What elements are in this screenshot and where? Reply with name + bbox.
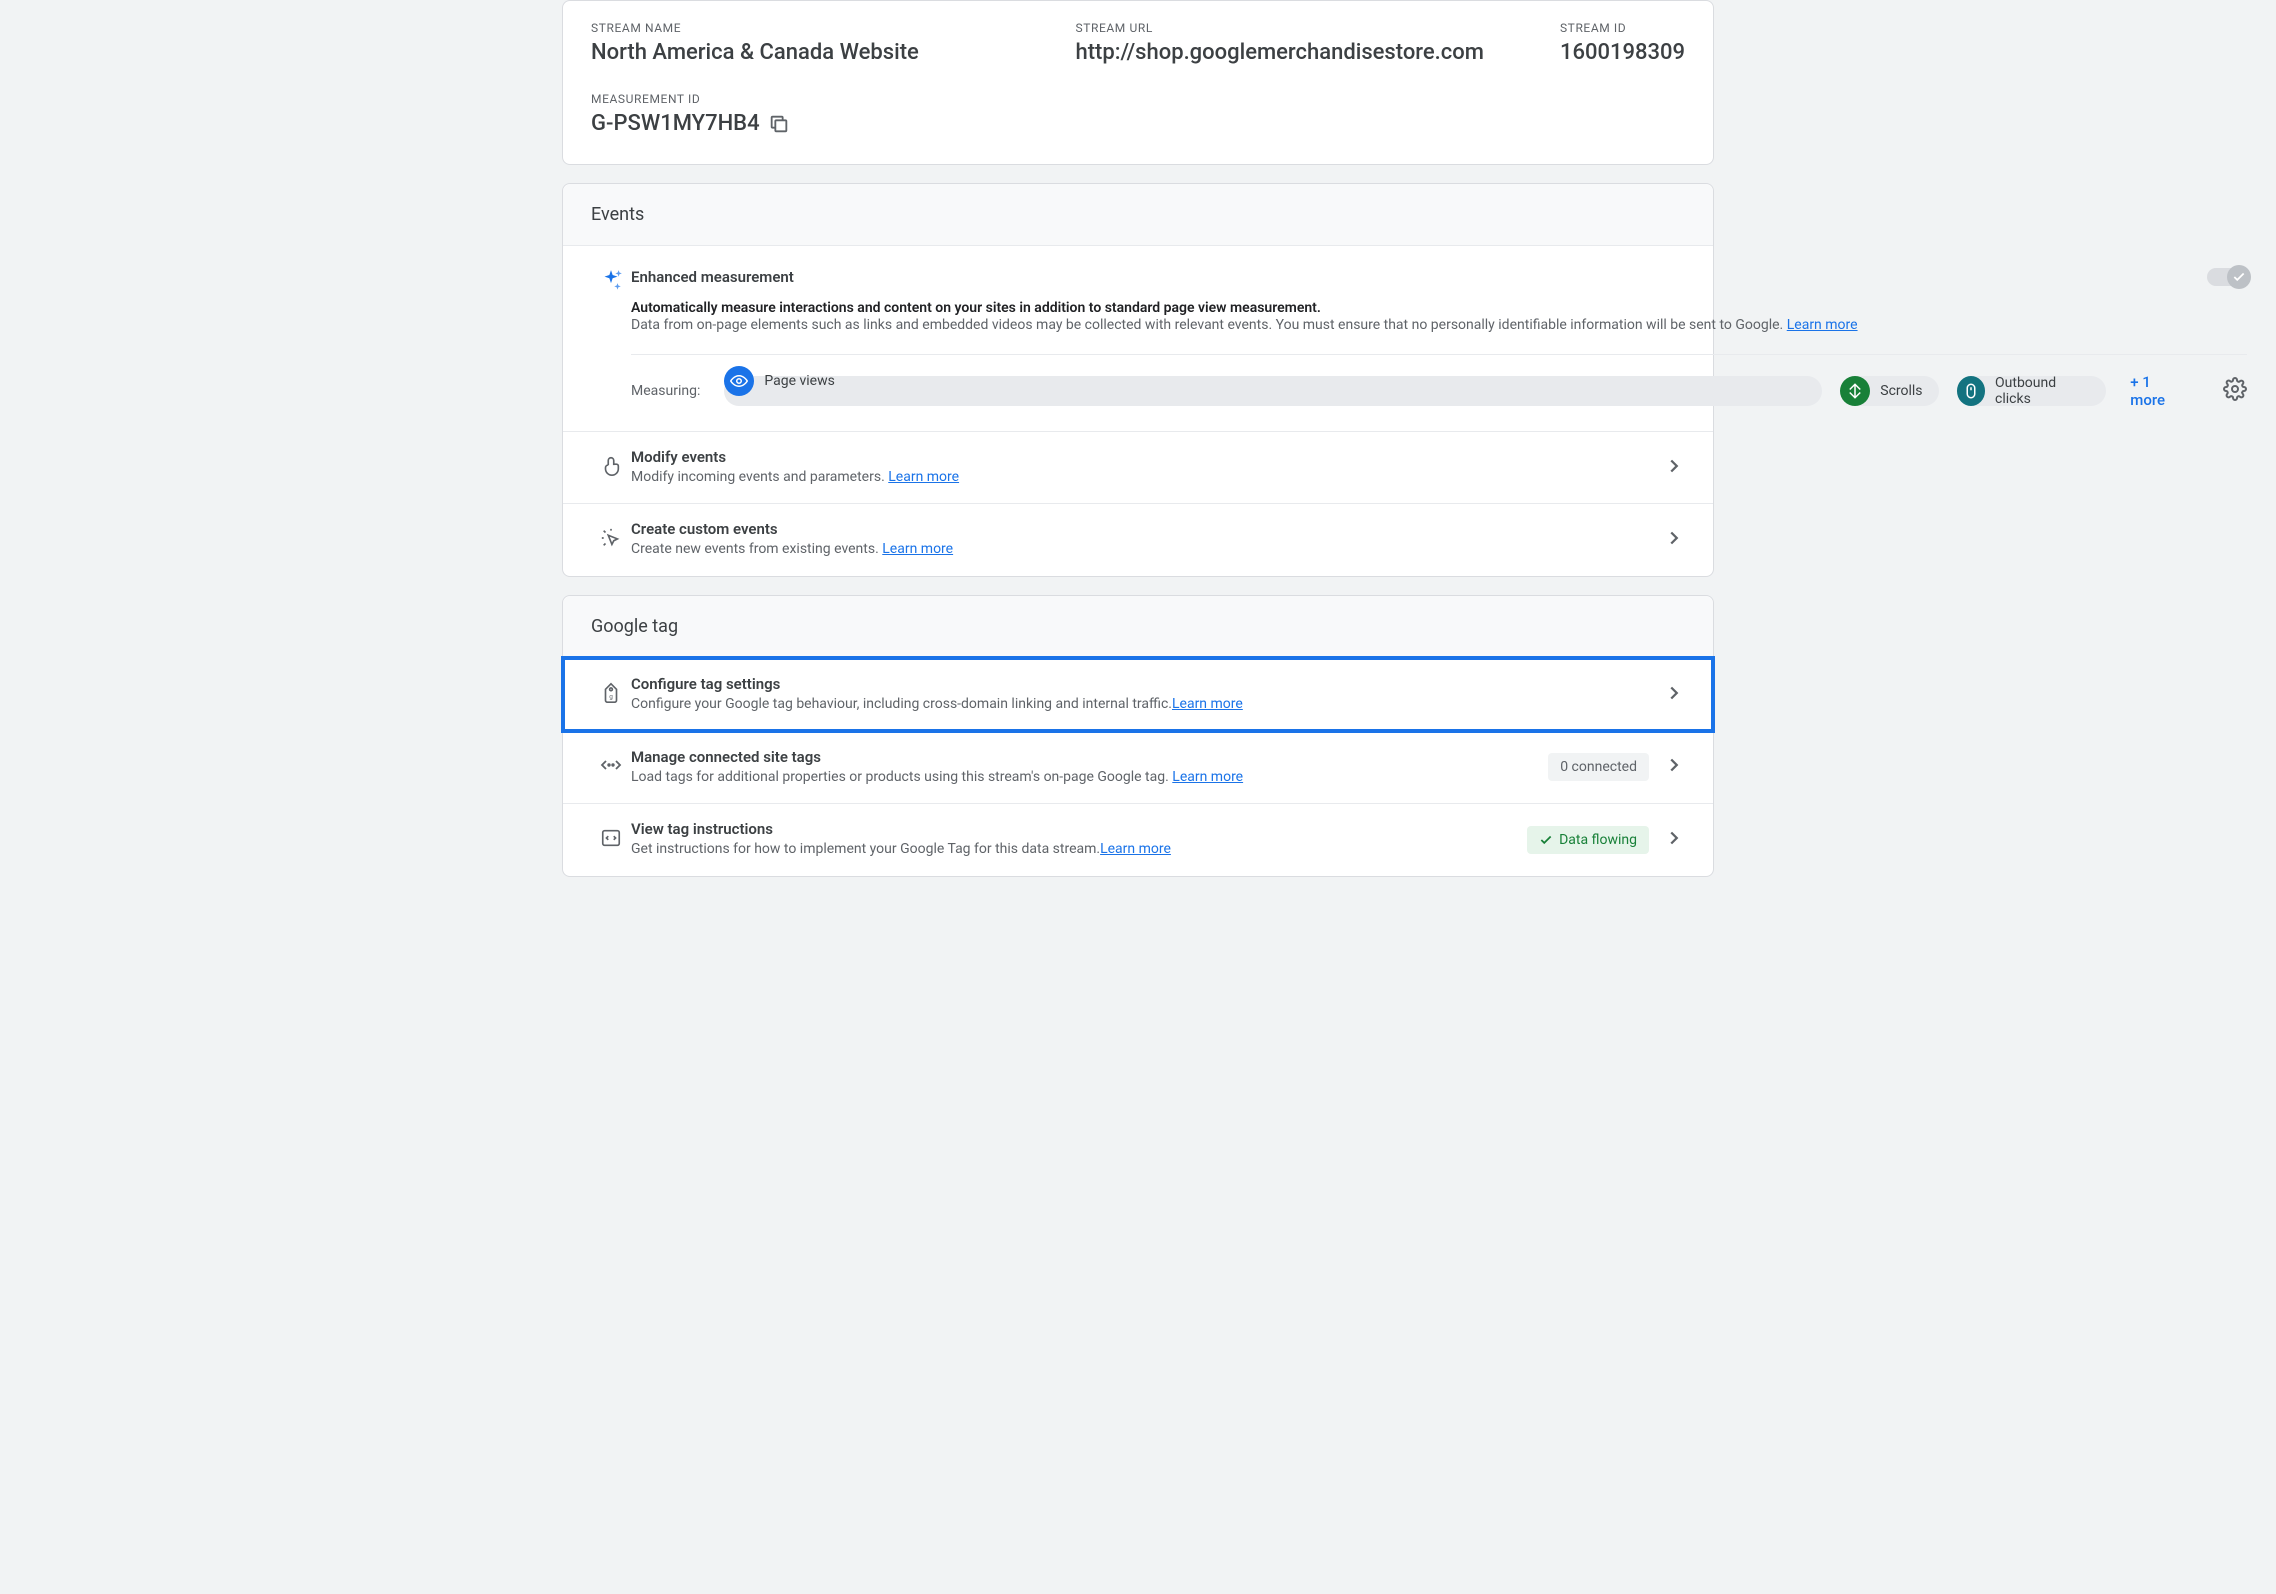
stream-id-value: 1600198309 [1560,39,1685,68]
stream-details-card: STREAM NAME North America & Canada Websi… [562,0,1714,165]
chip-outbound-clicks: Outbound clicks [1957,376,2107,406]
modify-events-desc: Modify incoming events and parameters. [631,469,888,485]
touch-icon [600,455,622,481]
scroll-icon [1840,376,1870,406]
measuring-label: Measuring: [631,383,700,399]
create-custom-events-learn-more-link[interactable]: Learn more [882,541,953,557]
measuring-row: Measuring: Page views Scrolls [631,373,2247,409]
google-tag-card: Google tag g Configure tag settings Conf… [562,595,1714,877]
sparkle-icon [598,268,624,409]
enhanced-measurement-detail: Data from on-page elements such as links… [631,317,1783,333]
mouse-icon [1957,376,1985,406]
configure-tag-desc: Configure your Google tag behaviour, inc… [631,696,1172,712]
enhanced-measurement-title: Enhanced measurement [631,268,2207,286]
chevron-right-icon [1663,455,1685,481]
create-custom-events-title: Create custom events [631,520,1663,538]
enhanced-measurement-intro: Automatically measure interactions and c… [631,300,2207,316]
stream-id-label: STREAM ID [1560,21,1685,35]
configure-tag-title: Configure tag settings [631,675,1663,693]
stream-url-field: STREAM URL http://shop.googlemerchandise… [1075,21,1519,68]
events-section-title: Events [591,204,644,225]
code-window-icon [600,827,622,853]
measurement-id-field: MEASUREMENT ID G-PSW1MY7HB4 [591,92,1685,139]
measurement-id-value: G-PSW1MY7HB4 [591,110,760,139]
manage-connected-tags-row[interactable]: Manage connected site tags Load tags for… [563,731,1713,804]
chip-page-views-label: Page views [764,373,835,389]
chevron-right-icon [1663,754,1685,780]
connected-tags-learn-more-link[interactable]: Learn more [1172,769,1243,785]
modify-events-title: Modify events [631,448,1663,466]
enhanced-measurement-row: Enhanced measurement Automatically measu… [563,246,1713,431]
create-custom-events-row[interactable]: Create custom events Create new events f… [563,503,1713,576]
modify-events-learn-more-link[interactable]: Learn more [888,469,959,485]
view-tag-instructions-row[interactable]: View tag instructions Get instructions f… [563,803,1713,876]
stream-id-field: STREAM ID 1600198309 [1560,21,1685,68]
chevron-right-icon [1663,682,1685,708]
click-icon [600,527,622,553]
copy-icon[interactable] [768,113,790,135]
chevron-right-icon [1663,527,1685,553]
data-flowing-badge: Data flowing [1527,826,1649,854]
modify-events-row[interactable]: Modify events Modify incoming events and… [563,431,1713,504]
connected-tags-desc: Load tags for additional properties or p… [631,769,1172,785]
chevron-right-icon [1663,827,1685,853]
enhanced-learn-more-link[interactable]: Learn more [1787,317,1858,333]
configure-tag-learn-more-link[interactable]: Learn more [1172,696,1243,712]
view-instructions-desc: Get instructions for how to implement yo… [631,841,1100,857]
chip-scrolls-label: Scrolls [1880,383,1922,399]
events-card: Events Enhanced measurement Automaticall [562,183,1714,577]
svg-text:g: g [609,692,613,700]
chip-scrolls: Scrolls [1840,376,1938,406]
create-custom-events-desc: Create new events from existing events. [631,541,882,557]
connected-count-badge: 0 connected [1548,753,1649,781]
tag-icon: g [600,682,622,708]
connected-tags-title: Manage connected site tags [631,748,1548,766]
data-flowing-label: Data flowing [1559,832,1637,848]
chip-page-views: Page views [724,376,1822,406]
enhanced-measurement-toggle[interactable] [2207,268,2247,286]
more-measuring-link[interactable]: + 1 more [2130,373,2186,409]
stream-url-value: http://shop.googlemerchandisestore.com [1075,39,1519,68]
stream-name-value: North America & Canada Website [591,39,1035,68]
view-instructions-learn-more-link[interactable]: Learn more [1100,841,1171,857]
stream-url-label: STREAM URL [1075,21,1519,35]
stream-name-label: STREAM NAME [591,21,1035,35]
measurement-id-label: MEASUREMENT ID [591,92,1685,106]
chip-outbound-clicks-label: Outbound clicks [1995,375,2090,407]
configure-tag-settings-row[interactable]: g Configure tag settings Configure your … [563,658,1713,731]
google-tag-section-title: Google tag [591,616,678,637]
gear-icon[interactable] [2223,377,2247,405]
eye-icon [724,366,754,396]
view-instructions-title: View tag instructions [631,820,1527,838]
stream-name-field: STREAM NAME North America & Canada Websi… [591,21,1035,68]
link-arrows-icon [599,753,623,781]
